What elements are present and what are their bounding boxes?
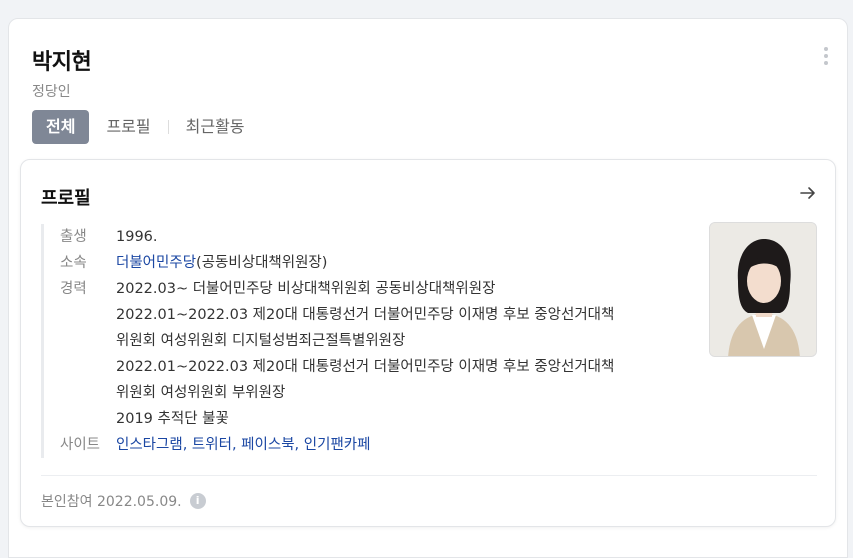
profile-card-title: 프로필: [41, 188, 91, 209]
career-item: 2022.01~2022.03 제20대 대통령선거 더불어민주당 이재명 후보…: [116, 307, 615, 323]
card-footer: 본인참여 2022.05.09. i: [41, 491, 206, 511]
instagram-link[interactable]: 인스타그램: [116, 437, 183, 453]
tab-recent-activity[interactable]: 최근활동: [169, 110, 262, 144]
career-item: 위원회 여성위원회 부위원장: [116, 385, 286, 401]
career-label: 경력: [60, 281, 87, 297]
birth-label: 출생: [60, 229, 87, 245]
career-item: 2022.01~2022.03 제20대 대통령선거 더불어민주당 이재명 후보…: [116, 359, 615, 375]
card-divider: [41, 475, 817, 476]
party-link[interactable]: 더불어민주당: [116, 255, 196, 271]
tab-all[interactable]: 전체: [32, 110, 90, 144]
site-separator: ,: [231, 437, 242, 453]
affiliation-label: 소속: [60, 255, 87, 271]
tab-bar: 전체 프로필 최근활동: [32, 110, 262, 144]
arrow-right-icon[interactable]: [799, 184, 817, 207]
profile-card: 프로필 출생 1996. 소속 더불어민주당(공동비상대책위원장) 경력 202…: [20, 159, 836, 527]
self-participation-text: 본인참여 2022.05.09.: [41, 494, 182, 510]
site-row: 사이트 인스타그램, 트위터, 페이스북, 인기팬카페: [60, 432, 691, 458]
career-item: 위원회 여성위원회 디지털성범죄근절특별위원장: [116, 333, 406, 349]
site-separator: ,: [294, 437, 304, 453]
more-vertical-icon[interactable]: [823, 47, 829, 69]
career-list: 2022.03~ 더불어민주당 비상대책위원회 공동비상대책위원장 2022.0…: [116, 276, 614, 432]
career-item: 2022.03~ 더불어민주당 비상대책위원회 공동비상대책위원장: [116, 281, 496, 297]
facebook-link[interactable]: 페이스북: [241, 437, 294, 453]
info-icon[interactable]: i: [189, 493, 206, 509]
career-item: 2019 추적단 불꽃: [116, 411, 229, 427]
birth-row: 출생 1996.: [60, 224, 691, 250]
birth-value: 1996.: [116, 229, 158, 245]
tab-profile[interactable]: 프로필: [89, 110, 167, 144]
site-label: 사이트: [60, 437, 101, 453]
career-row: 경력 2022.03~ 더불어민주당 비상대책위원회 공동비상대책위원장 202…: [60, 276, 691, 432]
person-name: 박지현: [32, 50, 92, 75]
fancafe-link[interactable]: 인기팬카페: [304, 437, 371, 453]
profile-info-list: 출생 1996. 소속 더불어민주당(공동비상대책위원장) 경력 2022.03…: [41, 224, 691, 458]
person-occupation: 정당인: [32, 84, 71, 100]
affiliation-role: (공동비상대책위원장): [196, 255, 328, 271]
twitter-link[interactable]: 트위터: [192, 437, 232, 453]
profile-panel: 박지현 정당인 전체 프로필 최근활동 프로필 출생 1996. 소속 더불어민…: [8, 18, 848, 558]
site-separator: ,: [182, 437, 192, 453]
affiliation-row: 소속 더불어민주당(공동비상대책위원장): [60, 250, 691, 276]
profile-photo[interactable]: [709, 222, 817, 357]
affiliation-value: 더불어민주당(공동비상대책위원장): [116, 250, 327, 276]
site-links: 인스타그램, 트위터, 페이스북, 인기팬카페: [116, 432, 370, 458]
